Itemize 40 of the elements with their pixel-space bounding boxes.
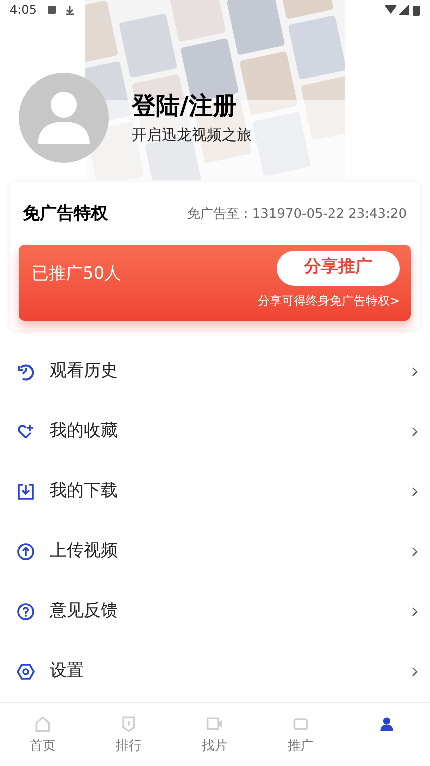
wifi-icon: [385, 5, 397, 15]
heart-plus-icon: [17, 423, 35, 441]
expiry-text: 免广告至：131970-05-22 23:43:20: [187, 206, 407, 224]
promoted-count: 已推广50人: [32, 262, 122, 286]
tab[interactable]: 找片: [172, 703, 258, 766]
tab[interactable]: 推广: [258, 703, 344, 766]
card-title: 免广告特权: [23, 203, 108, 226]
status-time: 4:05: [10, 2, 37, 19]
download-icon: [64, 5, 75, 15]
shield-icon: [120, 715, 138, 733]
history-icon: [17, 363, 35, 381]
menu-item[interactable]: 我的收藏: [0, 402, 430, 462]
settings-icon: [17, 663, 35, 681]
share-button[interactable]: 分享推广: [277, 250, 400, 286]
home-icon: [34, 715, 52, 733]
login-title[interactable]: 登陆/注册: [132, 90, 252, 122]
upload-icon: [17, 543, 35, 561]
question-icon: [17, 603, 35, 621]
tab[interactable]: 排行: [86, 703, 172, 766]
battery-icon: [413, 4, 420, 16]
menu-item[interactable]: 设置: [0, 642, 430, 702]
menu-item[interactable]: 我的下载: [0, 462, 430, 522]
person-icon: [378, 715, 396, 733]
profile-subtitle: 开启迅龙视频之旅: [132, 124, 252, 146]
share-hint-link[interactable]: 分享可得终身免广告特权>: [258, 292, 400, 310]
avatar-icon: [19, 73, 109, 163]
chevron-icon: [412, 367, 418, 377]
notification-icon: [46, 5, 57, 15]
video-camera-icon: [206, 715, 224, 733]
menu-item[interactable]: 意见反馈: [0, 582, 430, 642]
chevron-icon: [412, 427, 418, 437]
chevron-icon: [412, 547, 418, 557]
chevron-icon: [412, 607, 418, 617]
menu-item[interactable]: 观看历史: [0, 342, 430, 402]
tab[interactable]: 首页: [0, 703, 86, 766]
signal-icon: [399, 5, 409, 15]
chevron-icon: [412, 667, 418, 677]
chevron-icon: [412, 487, 418, 497]
download-icon: [17, 483, 35, 501]
menu-item[interactable]: 上传视频: [0, 522, 430, 582]
